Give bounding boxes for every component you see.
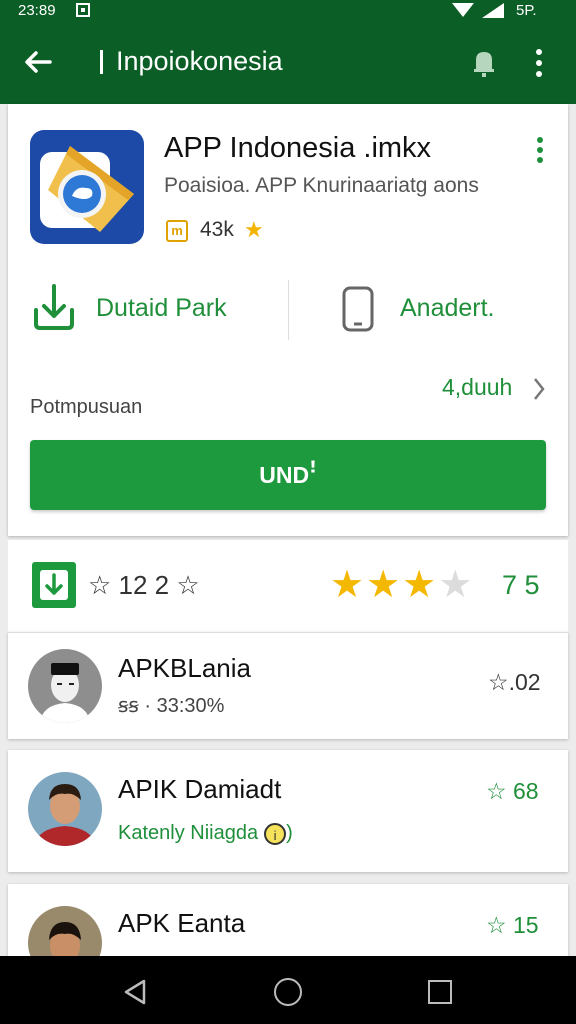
download-action-label: Dutaid Park	[96, 294, 227, 322]
status-time: 23:89	[18, 2, 56, 19]
nav-recents-icon[interactable]	[428, 980, 452, 1004]
action-divider	[288, 280, 289, 340]
battery-icon: 5P.	[516, 2, 537, 19]
screenshot-icon	[76, 3, 90, 17]
download-action-button[interactable]: Dutaid Park	[30, 276, 280, 340]
chevron-right-icon[interactable]	[532, 376, 546, 402]
review-count: 43k	[200, 218, 234, 241]
reviewer-meta: ꞩꞩ · 33:30%	[118, 695, 225, 717]
notification-icon[interactable]	[470, 48, 498, 78]
star-empty-icon: ★	[438, 564, 475, 606]
star-icon: ★	[244, 217, 264, 242]
reviewer-name: APIK Damiadt	[118, 774, 282, 804]
app-bar: Inpoiokonesia	[0, 22, 576, 104]
phone-icon	[342, 286, 374, 332]
rating-score: 7 5	[502, 570, 540, 600]
list-item[interactable]: APKBLania ꞩꞩ · 33:30% ☆.02	[8, 632, 568, 739]
permissions-label: Potmpusuan	[30, 396, 143, 418]
avatar	[28, 649, 102, 723]
content-rating-icon: m	[166, 220, 188, 242]
page-title: Inpoiokonesia	[116, 46, 283, 76]
info-icon[interactable]: i	[264, 822, 287, 845]
device-action-label: Anadert.	[400, 294, 495, 322]
review-rating: ☆ 15	[486, 912, 539, 938]
install-button[interactable]: UNDꜝ	[30, 440, 546, 510]
overflow-menu-icon[interactable]	[534, 48, 544, 78]
wifi-icon	[452, 3, 474, 17]
nav-home-icon[interactable]	[274, 978, 302, 1006]
back-arrow-icon[interactable]	[20, 44, 56, 80]
star-icon: ★	[366, 564, 403, 606]
app-options-icon[interactable]	[536, 136, 544, 164]
rating-summary: ☆ 12 2 ☆ ★★★★ 7 5	[8, 540, 568, 632]
app-name: APP Indonesia .imkx	[164, 132, 432, 164]
app-details-card: APP Indonesia .imkx Poaisioa. APP Knurin…	[8, 104, 568, 536]
reviewer-meta-text: Katenly Niiagda	[118, 822, 259, 844]
app-logo-icon	[30, 130, 144, 244]
review-rating: ☆.02	[488, 669, 541, 695]
reviewer-name: APK Eanta	[118, 908, 246, 938]
list-item[interactable]: APIK Damiadt Katenly Niiagda i) ☆ 68	[8, 750, 568, 872]
system-navigation-bar	[0, 956, 576, 1024]
download-arrow-icon	[34, 284, 74, 330]
review-rating: ☆ 68	[486, 778, 539, 804]
app-subtitle: Poaisioa. APP Knurinaariatg aons	[164, 174, 479, 197]
reviewer-meta: Katenly Niiagda i)	[118, 822, 293, 845]
device-action-button[interactable]: Anadert.	[334, 276, 544, 340]
permissions-link[interactable]: 4,duuh	[442, 374, 512, 401]
reviewer-name: APKBLania	[118, 653, 251, 683]
star-icon: ★	[330, 564, 367, 606]
rating-count-text: ☆ 12 2 ☆	[88, 570, 200, 600]
avatar	[28, 772, 102, 846]
status-bar: 23:89 5P.	[0, 0, 576, 22]
download-box-icon[interactable]	[32, 562, 76, 608]
nav-back-icon[interactable]	[122, 978, 148, 1006]
signal-icon	[482, 3, 504, 18]
title-divider	[100, 50, 103, 74]
star-icon: ★	[402, 564, 439, 606]
rating-stars: ★★★★	[330, 562, 474, 607]
